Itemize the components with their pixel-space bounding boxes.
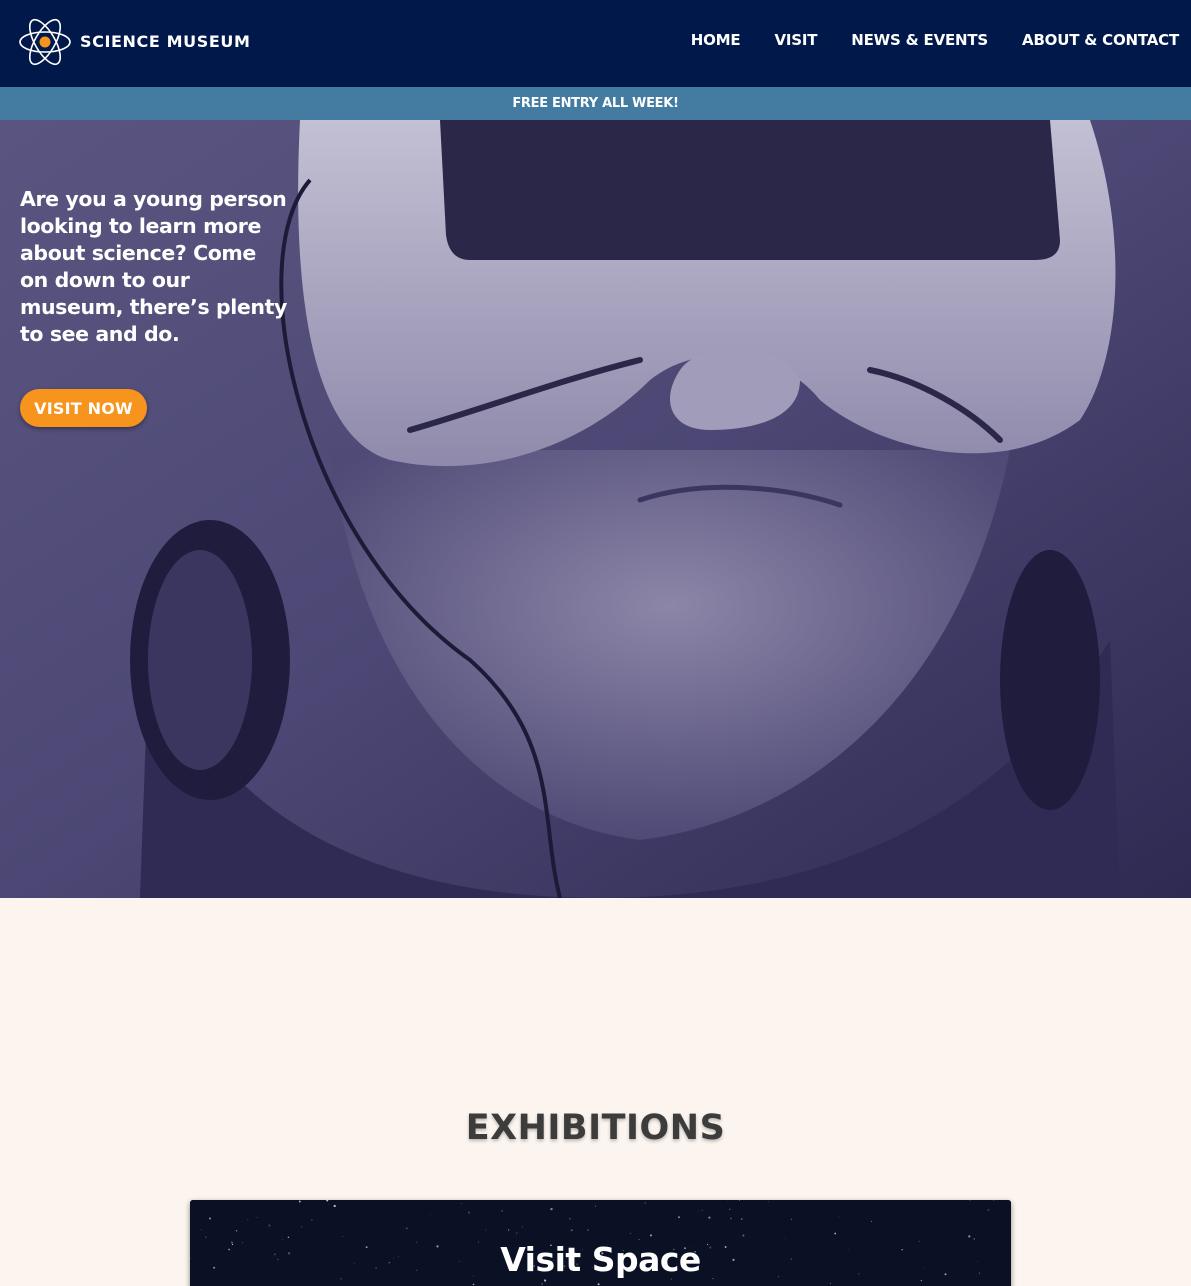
star-dot — [791, 1218, 793, 1220]
star-dot — [256, 1216, 258, 1218]
star-dot — [200, 1228, 202, 1230]
star-dot — [300, 1226, 303, 1228]
star-dot — [742, 1234, 745, 1237]
star-dot — [541, 1283, 544, 1286]
star-dot — [515, 1231, 518, 1234]
nav-home[interactable]: HOME — [691, 31, 741, 49]
star-dot — [342, 1236, 344, 1237]
star-dot — [235, 1230, 238, 1232]
star-dot — [485, 1229, 487, 1231]
star-dot — [247, 1219, 249, 1220]
nav-visit[interactable]: VISIT — [774, 31, 817, 49]
visit-now-button[interactable]: VISIT NOW — [20, 389, 147, 427]
star-dot — [987, 1208, 990, 1212]
star-dot — [740, 1218, 743, 1220]
star-dot — [630, 1232, 632, 1235]
star-dot — [298, 1200, 301, 1203]
star-dot — [767, 1201, 769, 1203]
star-dot — [204, 1236, 207, 1239]
star-dot — [311, 1219, 313, 1221]
star-dot — [649, 1234, 653, 1237]
announcement-banner: FREE ENTRY ALL WEEK! — [0, 87, 1191, 120]
star-dot — [268, 1224, 271, 1227]
atom-icon[interactable] — [18, 17, 72, 67]
site-header: SCIENCE MUSEUM HOME VISIT NEWS & EVENTS … — [0, 0, 1191, 87]
star-dot — [597, 1283, 600, 1286]
exhibition-card-title: Visit Space — [500, 1240, 701, 1279]
star-dot — [708, 1216, 711, 1219]
star-dot — [328, 1204, 329, 1205]
star-dot — [829, 1282, 831, 1284]
star-dot — [405, 1227, 408, 1230]
star-dot — [472, 1283, 475, 1286]
nav-about-contact[interactable]: ABOUT & CONTACT — [1022, 31, 1179, 49]
star-dot — [209, 1217, 211, 1220]
star-dot — [461, 1202, 462, 1204]
hero-intro-text: Are you a young person looking to learn … — [20, 187, 287, 346]
exhibitions-heading: EXHIBITIONS — [465, 1108, 726, 1148]
star-dot — [569, 1218, 571, 1220]
star-dot — [550, 1207, 553, 1211]
star-dot — [501, 1210, 503, 1212]
exhibition-card-visit-space[interactable]: Visit Space — [190, 1200, 1011, 1286]
star-dot — [784, 1238, 786, 1239]
star-dot — [595, 1205, 597, 1207]
star-dot — [993, 1200, 995, 1201]
star-dot — [729, 1217, 732, 1220]
site-brand-name[interactable]: SCIENCE MUSEUM — [80, 32, 250, 51]
star-dot — [587, 1229, 589, 1231]
hero-section: Are you a young person looking to learn … — [0, 120, 1191, 898]
star-dot — [508, 1229, 510, 1231]
star-dot — [968, 1235, 971, 1238]
nav-news-events[interactable]: NEWS & EVENTS — [851, 31, 988, 49]
star-dot — [729, 1208, 731, 1210]
star-dot — [468, 1211, 471, 1214]
star-dot — [644, 1202, 646, 1204]
star-dot — [287, 1236, 290, 1238]
star-dot — [333, 1204, 336, 1208]
main-nav: HOME VISIT NEWS & EVENTS ABOUT & CONTACT — [691, 31, 1179, 49]
star-dot — [543, 1279, 547, 1282]
star-dot — [698, 1211, 700, 1213]
star-dot — [570, 1229, 573, 1232]
star-dot — [870, 1220, 873, 1223]
star-dot — [678, 1216, 680, 1219]
star-dot — [430, 1214, 431, 1216]
star-dot — [920, 1279, 922, 1282]
star-dot — [834, 1232, 837, 1235]
star-dot — [838, 1215, 840, 1217]
star-dot — [726, 1200, 728, 1202]
star-dot — [516, 1233, 517, 1235]
star-dot — [521, 1226, 524, 1228]
star-dot — [701, 1209, 703, 1212]
